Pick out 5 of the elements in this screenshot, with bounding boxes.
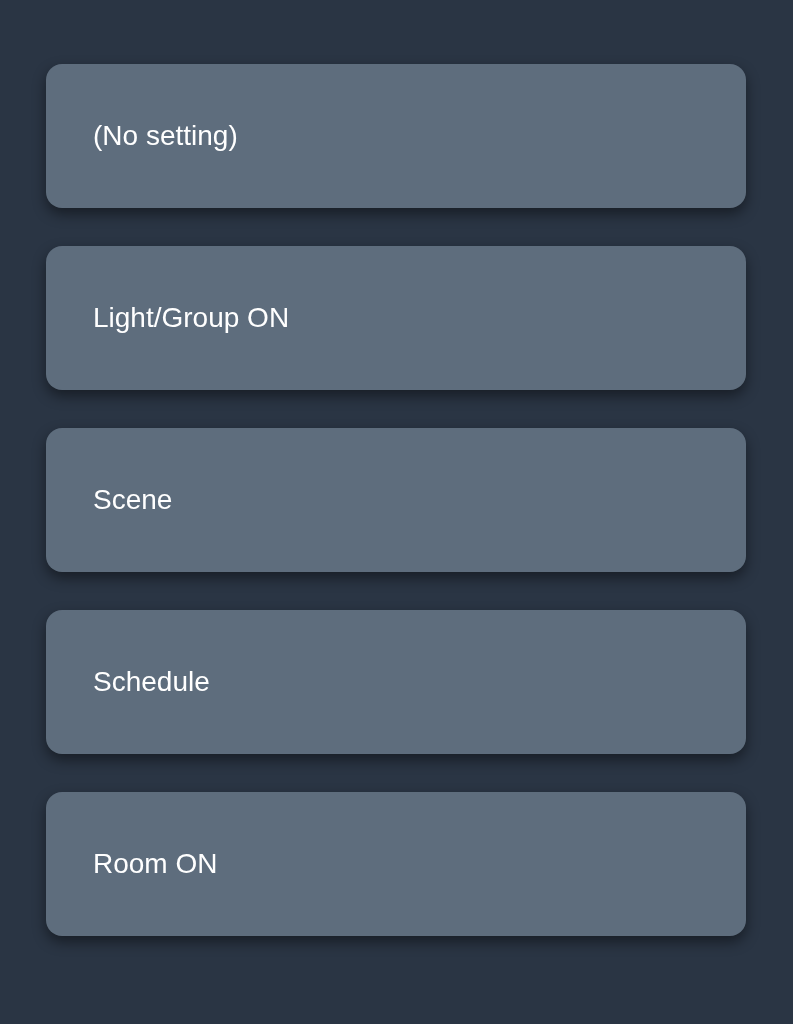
option-button[interactable]: Light/Group ON xyxy=(46,246,746,390)
option-button[interactable]: Room ON xyxy=(46,792,746,936)
option-button[interactable]: Schedule xyxy=(46,610,746,754)
option-button[interactable]: Scene xyxy=(46,428,746,572)
option-button[interactable]: (No setting) xyxy=(46,64,746,208)
